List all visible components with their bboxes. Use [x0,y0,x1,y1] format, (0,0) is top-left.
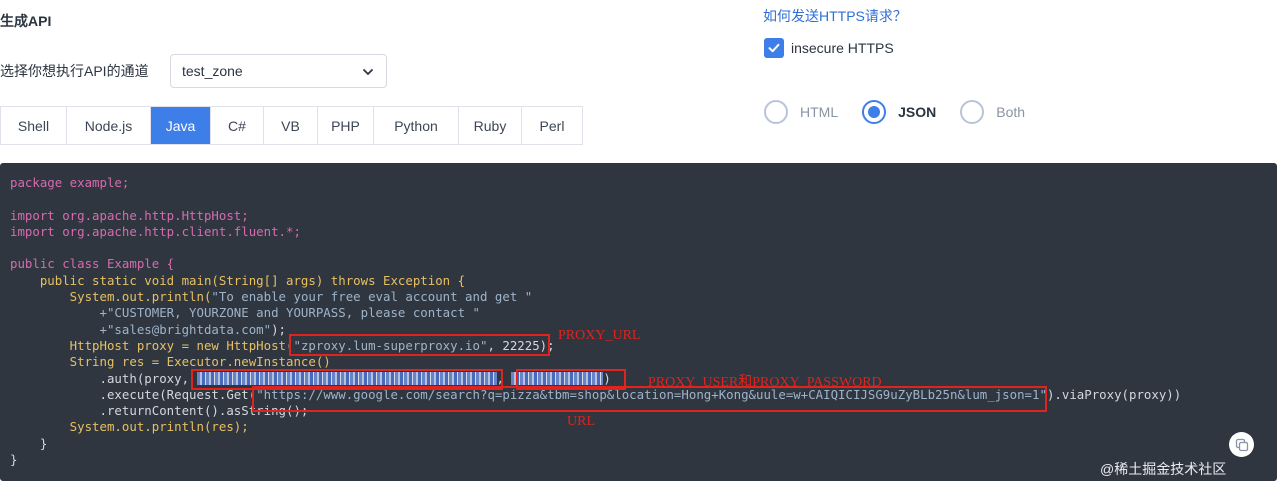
tab-csharp[interactable]: C# [211,107,264,144]
code-line: import org.apache.http.client.fluent.*; [10,223,301,239]
radio-both-label: Both [996,104,1026,120]
insecure-https-checkbox[interactable] [764,38,784,58]
code-string: "To enable your free eval account and ge… [211,289,533,305]
https-help-link[interactable]: 如何发送HTTPS请求？ [763,6,907,26]
code-line: public static void main(String[] args) t… [10,272,466,288]
code-line: .auth(proxy, [10,370,197,386]
radio-html-label: HTML [800,104,839,120]
radio-html[interactable] [764,100,788,124]
copy-icon [1235,438,1248,451]
copy-button[interactable] [1229,432,1254,457]
code-line: ); [271,321,287,337]
tab-python[interactable]: Python [374,107,459,144]
code-line: } [10,452,18,468]
radio-json[interactable] [862,100,887,124]
language-tabs: Shell Node.js Java C# VB PHP Python Ruby… [0,106,583,145]
url-highlight [252,386,1047,412]
url-annotation: URL [567,414,595,429]
format-option-json[interactable]: JSON [862,100,936,124]
channel-row: 选择你想执行API的通道 [0,54,149,88]
insecure-https-label: insecure HTTPS [791,40,894,56]
tab-ruby[interactable]: Ruby [459,107,522,144]
check-icon [768,43,780,53]
tab-vb[interactable]: VB [264,107,318,144]
page-title: 生成API [0,13,52,29]
tab-perl[interactable]: Perl [522,107,582,144]
code-line: package example; [10,175,130,190]
watermark: @稀土掘金技术社区 [1100,461,1227,477]
code-block: package example; import org.apache.http.… [10,175,1181,468]
code-line: System.out.println(res); [10,419,249,435]
format-option-html[interactable]: HTML [764,100,838,124]
radio-json-label: JSON [898,104,937,120]
proxy-url-annotation: PROXY_URL [558,328,641,343]
code-line: import org.apache.http.HttpHost; [10,207,249,223]
tab-nodejs[interactable]: Node.js [67,107,151,144]
code-line: public class Example { [10,256,175,272]
channel-label: 选择你想执行API的通道 [0,63,149,79]
code-line: System.out.println( [10,289,212,305]
code-line: } [10,435,48,451]
channel-select-value: test_zone [182,63,243,79]
channel-select[interactable]: test_zone [170,54,387,88]
code-line: +"CUSTOMER, YOURZONE and YOURPASS, pleas… [10,305,480,321]
code-panel: package example; import org.apache.http.… [0,163,1277,481]
proxy-url-highlight [289,334,550,356]
format-option-both[interactable]: Both [960,100,1025,124]
tab-java[interactable]: Java [151,107,211,144]
code-line: String res = Executor.newInstance() [10,354,331,370]
code-line: HttpHost proxy = new HttpHost( [10,337,294,353]
radio-both[interactable] [960,100,985,124]
tab-shell[interactable]: Shell [1,107,67,144]
code-line: ).viaProxy(proxy)) [1046,386,1182,402]
chevron-down-icon [363,69,373,75]
insecure-https-option[interactable]: insecure HTTPS [764,38,894,58]
code-line: +"sales@brightdata.com" [10,321,272,337]
format-radio-group: HTML JSON Both [764,100,1049,124]
tab-php[interactable]: PHP [318,107,374,144]
